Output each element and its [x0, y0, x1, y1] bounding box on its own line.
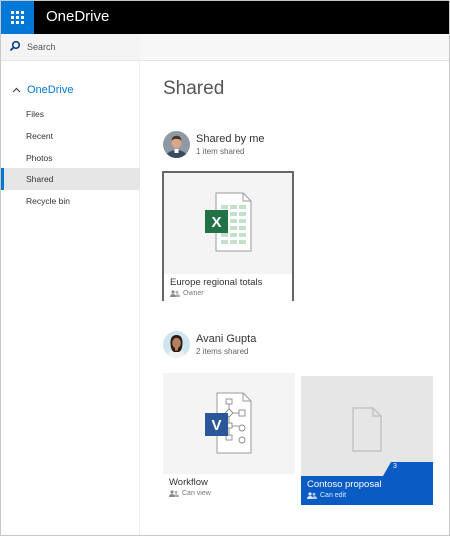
- file-tile-europe-regional-totals[interactable]: X Europe regional totals Owner: [162, 171, 294, 303]
- visio-file-icon: V: [205, 392, 252, 454]
- search-bar: Search: [1, 34, 449, 61]
- search-input[interactable]: Search: [1, 34, 140, 60]
- chevron-up-icon: [12, 87, 21, 93]
- file-permission: Can edit: [307, 492, 427, 499]
- sidebar-item-recycle-bin[interactable]: Recycle bin: [1, 190, 140, 212]
- sidebar-item-recent[interactable]: Recent: [1, 125, 140, 147]
- svg-text:X: X: [211, 214, 221, 231]
- file-name: Contoso proposal: [307, 479, 382, 490]
- file-role: Owner: [183, 290, 204, 297]
- group-name: Avani Gupta: [196, 333, 257, 345]
- file-role: Can edit: [320, 492, 347, 499]
- command-bar: [140, 34, 449, 60]
- selection-count-badge: 3: [393, 463, 397, 470]
- search-icon: [9, 40, 21, 52]
- search-placeholder: Search: [27, 42, 56, 52]
- file-tile-workflow[interactable]: V Workflow Can view: [163, 373, 295, 503]
- group-header-avani-gupta: Avani Gupta 2 items shared: [163, 331, 256, 358]
- svg-text:V: V: [211, 417, 221, 434]
- sidebar-item-label: Files: [26, 109, 44, 119]
- group-item-count: 2 items shared: [196, 347, 249, 356]
- top-bar: OneDrive: [1, 1, 449, 34]
- sidebar-item-label: Photos: [26, 153, 53, 163]
- app-title[interactable]: OneDrive: [46, 8, 109, 25]
- file-thumbnail: X: [164, 173, 292, 274]
- avatar: [163, 131, 190, 158]
- group-header-shared-by-me: Shared by me 1 item shared: [163, 131, 264, 158]
- group-name: Shared by me: [196, 133, 265, 145]
- sidebar-item-photos[interactable]: Photos: [1, 147, 140, 169]
- file-name: Workflow: [169, 477, 208, 488]
- file-thumbnail: V: [163, 373, 295, 474]
- file-role: Can view: [182, 490, 211, 497]
- people-icon: [169, 490, 179, 497]
- sidebar-item-shared[interactable]: Shared: [1, 168, 140, 190]
- avatar: [163, 331, 190, 358]
- page-title: Shared: [163, 78, 225, 99]
- file-tile-contoso-proposal[interactable]: 3 Contoso proposal Can edit: [301, 376, 433, 505]
- sidebar-item-label: Shared: [26, 174, 54, 184]
- file-permission: Can view: [169, 490, 289, 497]
- sidebar-item-label: Recent: [26, 131, 53, 141]
- file-caption: Europe regional totals Owner: [164, 274, 292, 303]
- people-icon: [307, 492, 317, 499]
- group-item-count: 1 item shared: [196, 147, 245, 156]
- file-caption: Workflow Can view: [163, 474, 295, 503]
- sidebar-heading-onedrive[interactable]: OneDrive: [12, 84, 73, 96]
- app-launcher-button[interactable]: [1, 1, 34, 34]
- generic-file-icon: [352, 407, 382, 452]
- file-name: Europe regional totals: [170, 277, 263, 288]
- caption-fold: [301, 462, 433, 476]
- excel-file-icon: X: [205, 192, 252, 252]
- sidebar-item-files[interactable]: Files: [1, 103, 140, 125]
- file-thumbnail: [301, 376, 433, 462]
- people-icon: [170, 290, 180, 297]
- sidebar: OneDrive Files Recent Photos Shared Recy…: [1, 61, 140, 535]
- sidebar-item-label: Recycle bin: [26, 196, 70, 206]
- file-permission: Owner: [170, 290, 286, 297]
- file-caption: Contoso proposal Can edit: [301, 476, 433, 505]
- sidebar-heading-label: OneDrive: [27, 84, 74, 96]
